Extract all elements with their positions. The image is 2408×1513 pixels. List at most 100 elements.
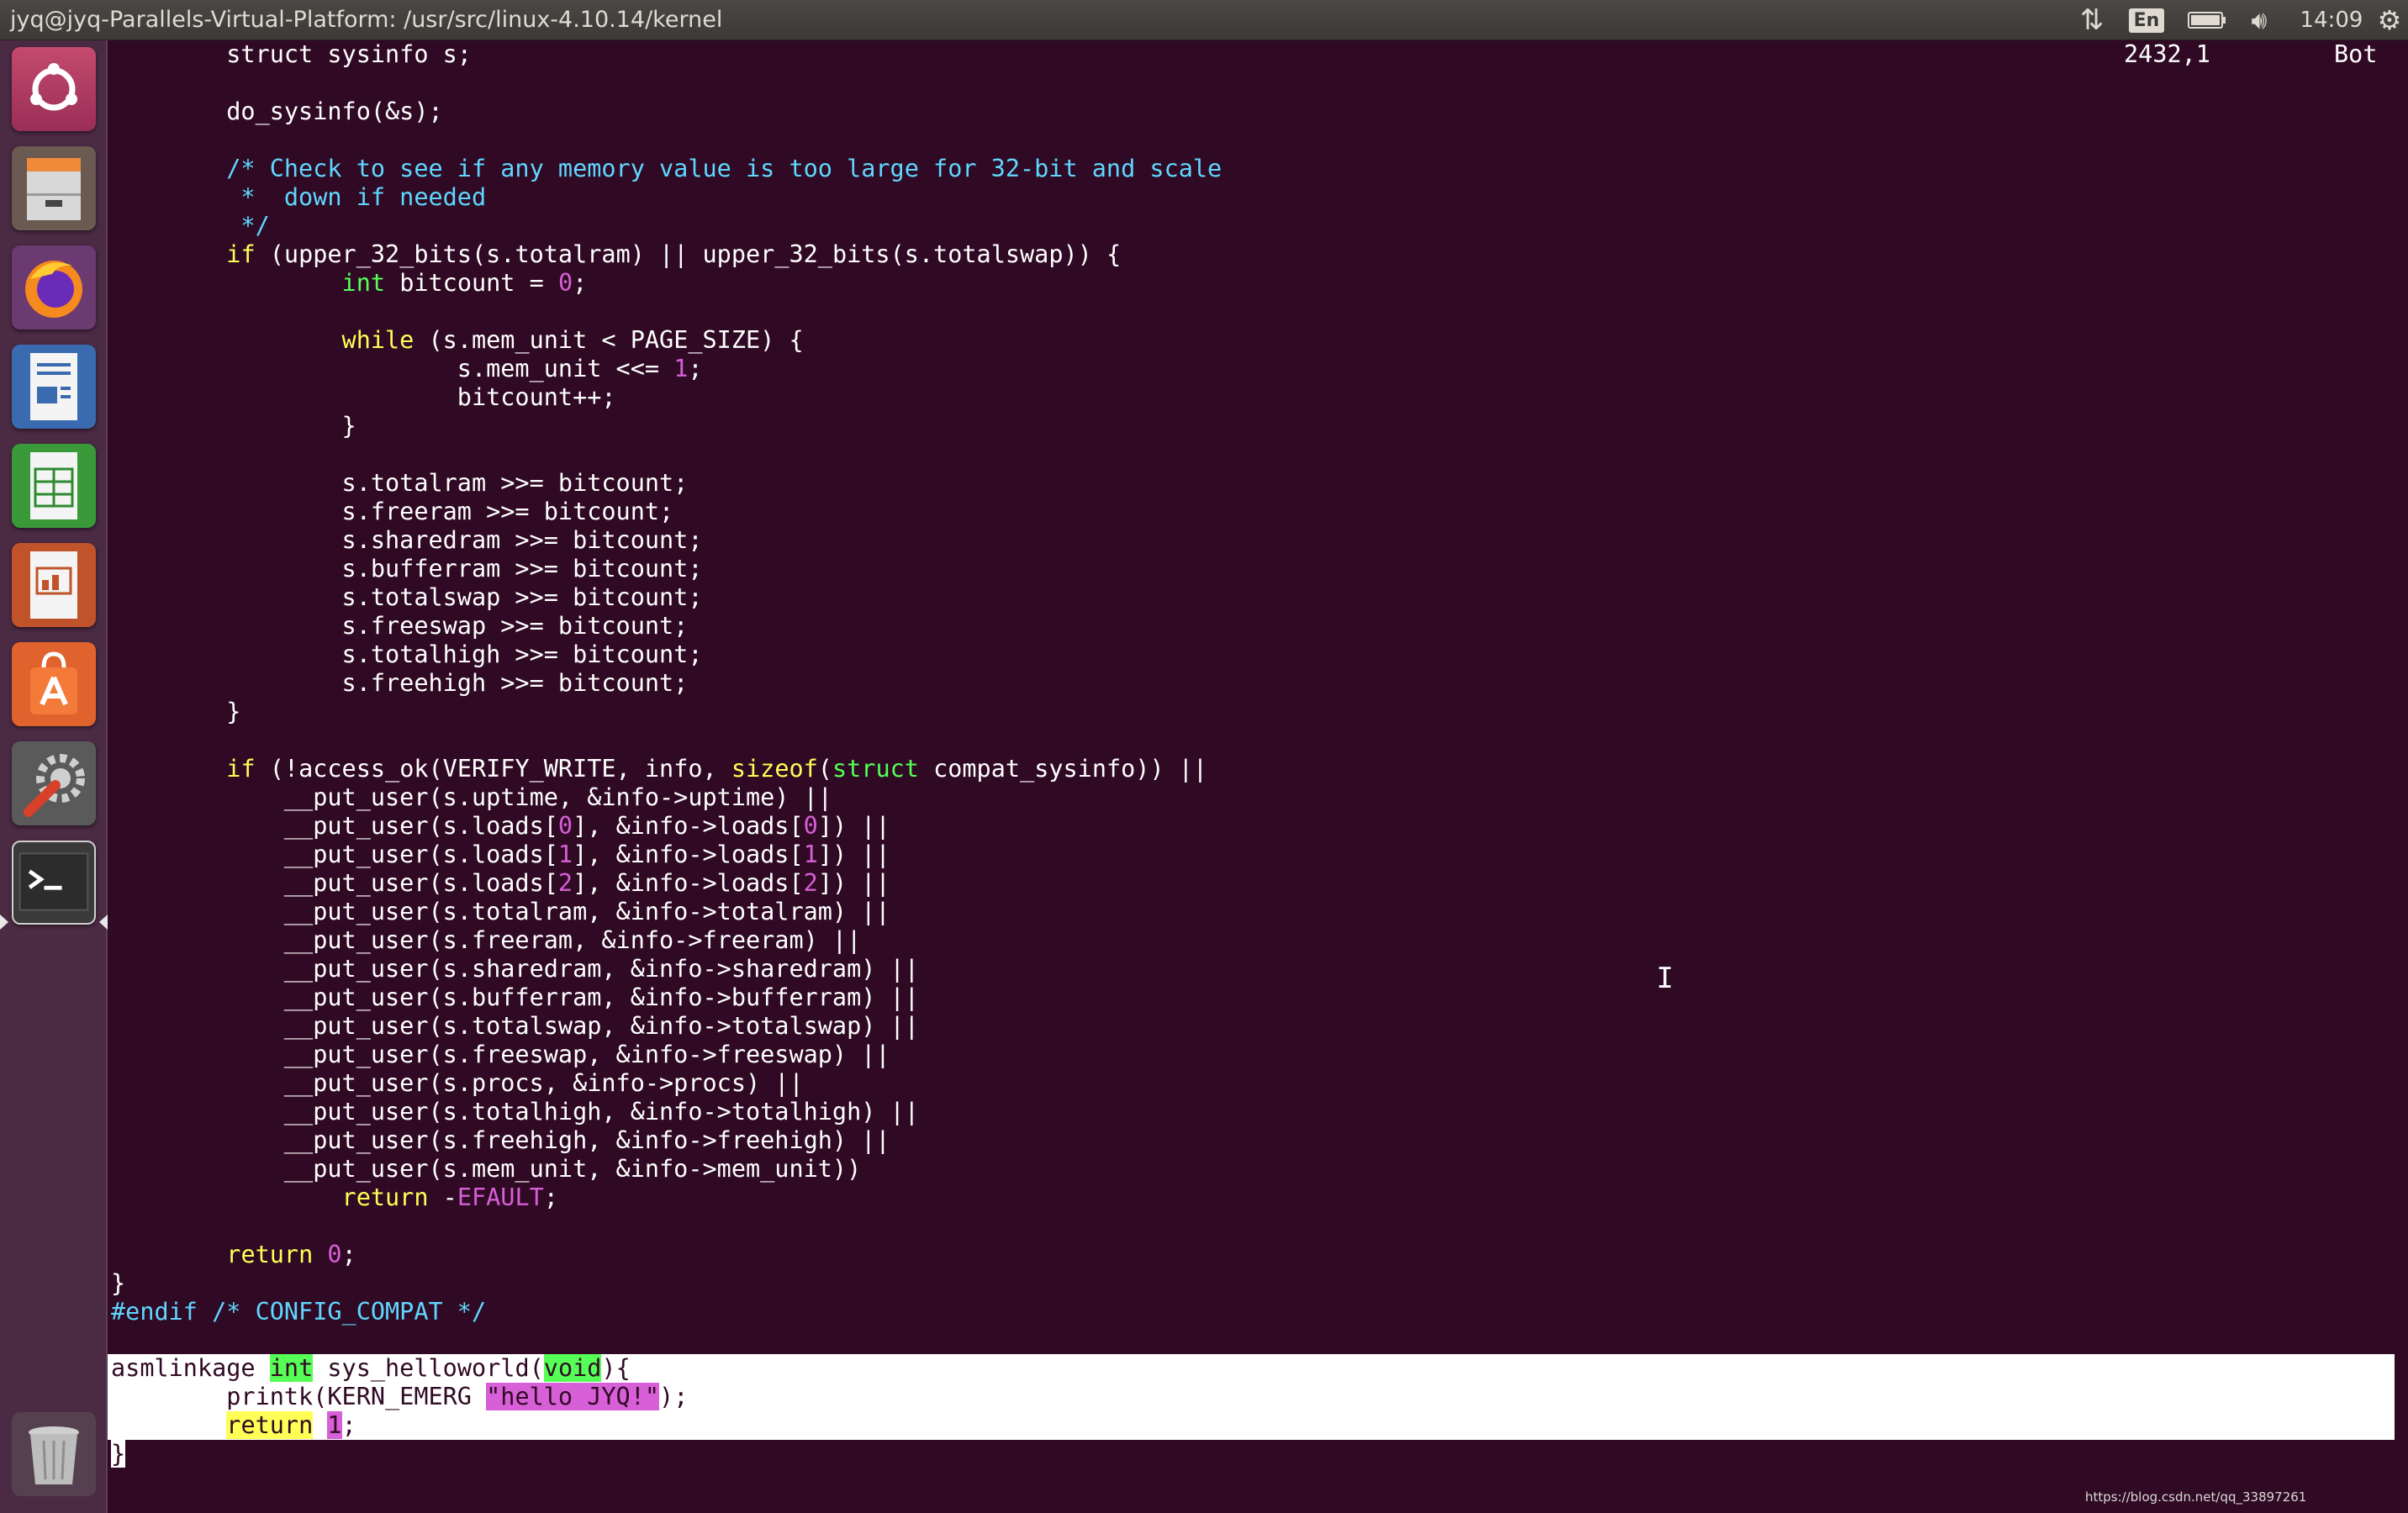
keyboard-language-indicator[interactable]: En: [2128, 0, 2165, 40]
selected-line[interactable]: return 1;: [111, 1411, 688, 1440]
code-token: s.freeram >>= bitcount;: [111, 498, 674, 525]
code-line[interactable]: __put_user(s.bufferram, &info->bufferram…: [111, 983, 1222, 1012]
code-line[interactable]: __put_user(s.freeram, &info->freeram) ||: [111, 926, 1222, 955]
vim-buffer[interactable]: struct sysinfo s; do_sysinfo(&s); /* Che…: [111, 40, 1222, 1355]
code-line[interactable]: __put_user(s.totalhigh, &info->totalhigh…: [111, 1098, 1222, 1126]
code-token: s.freehigh >>= bitcount;: [111, 669, 689, 697]
code-line[interactable]: do_sysinfo(&s);: [111, 98, 1222, 126]
selected-line[interactable]: asmlinkage int sys_helloworld(void){: [111, 1354, 688, 1383]
code-line[interactable]: __put_user(s.freeswap, &info->freeswap) …: [111, 1041, 1222, 1069]
code-token: s.totalram >>= bitcount;: [111, 469, 689, 497]
writer-icon[interactable]: [12, 345, 96, 429]
terminal-window[interactable]: struct sysinfo s; do_sysinfo(&s); /* Che…: [108, 40, 2408, 1513]
code-line[interactable]: return -EFAULT;: [111, 1184, 1222, 1212]
code-line[interactable]: s.bufferram >>= bitcount;: [111, 555, 1222, 583]
code-line[interactable]: [111, 298, 1222, 326]
terminal-icon[interactable]: [12, 841, 96, 925]
code-line[interactable]: [111, 440, 1222, 469]
code-token: bitcount++;: [111, 383, 616, 411]
code-token: __put_user(s.freehigh, &info->freehigh) …: [111, 1126, 890, 1154]
code-line[interactable]: __put_user(s.loads[0], &info->loads[0]) …: [111, 812, 1222, 841]
code-line[interactable]: [111, 1326, 1222, 1355]
code-line[interactable]: s.mem_unit <<= 1;: [111, 355, 1222, 383]
code-line[interactable]: [111, 1212, 1222, 1241]
code-token: ]) ||: [817, 869, 890, 897]
code-line[interactable]: if (upper_32_bits(s.totalram) || upper_3…: [111, 240, 1222, 269]
code-line[interactable]: __put_user(s.mem_unit, &info->mem_unit)): [111, 1155, 1222, 1184]
code-line[interactable]: */: [111, 212, 1222, 240]
cursor-line[interactable]: }: [111, 1440, 126, 1468]
code-line[interactable]: s.totalram >>= bitcount;: [111, 469, 1222, 498]
code-token: s.bufferram >>= bitcount;: [111, 555, 703, 583]
code-line[interactable]: __put_user(s.loads[2], &info->loads[2]) …: [111, 869, 1222, 898]
calc-icon[interactable]: [12, 444, 96, 528]
code-line[interactable]: struct sysinfo s;: [111, 40, 1222, 69]
impress-icon[interactable]: [12, 543, 96, 627]
code-line[interactable]: __put_user(s.procs, &info->procs) ||: [111, 1069, 1222, 1098]
code-token: __put_user(s.procs, &info->procs) ||: [111, 1069, 804, 1097]
code-token: ;: [688, 355, 703, 382]
code-line[interactable]: s.freehigh >>= bitcount;: [111, 669, 1222, 698]
code-token: if: [226, 240, 256, 268]
visual-selection[interactable]: asmlinkage int sys_helloworld(void){ pri…: [108, 1354, 2395, 1440]
code-line[interactable]: return 0;: [111, 1241, 1222, 1269]
code-line[interactable]: /* Check to see if any memory value is t…: [111, 155, 1222, 183]
settings-gear-icon[interactable]: ⚙: [2371, 0, 2408, 40]
code-line[interactable]: [111, 726, 1222, 755]
code-line[interactable]: }: [111, 698, 1222, 726]
code-token: struct: [832, 755, 919, 783]
code-token: 1: [327, 1411, 342, 1439]
code-line[interactable]: __put_user(s.totalswap, &info->totalswap…: [111, 1012, 1222, 1041]
code-line[interactable]: __put_user(s.sharedram, &info->sharedram…: [111, 955, 1222, 983]
code-line[interactable]: [111, 126, 1222, 155]
firefox-icon[interactable]: [12, 245, 96, 329]
code-token: */: [111, 212, 270, 240]
code-line[interactable]: bitcount++;: [111, 383, 1222, 412]
code-line[interactable]: int bitcount = 0;: [111, 269, 1222, 298]
code-token: 1: [803, 841, 818, 868]
code-line[interactable]: if (!access_ok(VERIFY_WRITE, info, sizeo…: [111, 755, 1222, 783]
volume-icon[interactable]: 🔊︎: [2240, 0, 2279, 40]
code-line[interactable]: __put_user(s.freehigh, &info->freehigh) …: [111, 1126, 1222, 1155]
code-line[interactable]: s.totalswap >>= bitcount;: [111, 583, 1222, 612]
code-line[interactable]: }: [111, 412, 1222, 440]
code-token: ]) ||: [817, 841, 890, 868]
code-line[interactable]: #endif /* CONFIG_COMPAT */: [111, 1298, 1222, 1326]
code-line[interactable]: [111, 69, 1222, 98]
code-line[interactable]: s.freeram >>= bitcount;: [111, 498, 1222, 526]
ubuntu-logo-icon[interactable]: [12, 47, 96, 131]
battery-icon[interactable]: [2184, 0, 2230, 40]
code-token: __put_user(s.sharedram, &info->sharedram…: [111, 955, 919, 983]
file-cabinet-icon[interactable]: [12, 146, 96, 230]
code-line[interactable]: * down if needed: [111, 183, 1222, 212]
trash-icon[interactable]: [12, 1412, 96, 1496]
code-token: }: [111, 698, 241, 725]
clock[interactable]: 14:09: [2297, 0, 2366, 40]
code-line[interactable]: __put_user(s.uptime, &info->uptime) ||: [111, 783, 1222, 812]
code-line[interactable]: s.totalhigh >>= bitcount;: [111, 641, 1222, 669]
code-line[interactable]: s.sharedram >>= bitcount;: [111, 526, 1222, 555]
network-updown-icon[interactable]: ⇅: [2075, 0, 2109, 40]
code-line[interactable]: }: [111, 1269, 1222, 1298]
code-token: __put_user(s.totalram, &info->totalram) …: [111, 898, 890, 925]
wrench-gear-icon[interactable]: [12, 741, 96, 825]
code-line[interactable]: s.freeswap >>= bitcount;: [111, 612, 1222, 641]
cursor-line[interactable]: }: [111, 1440, 126, 1468]
shopping-bag-icon[interactable]: [12, 642, 96, 726]
window-title: jyq@jyq-Parallels-Virtual-Platform: /usr…: [10, 7, 723, 33]
code-token: 0: [803, 812, 818, 840]
code-token: (: [817, 755, 832, 783]
code-line[interactable]: __put_user(s.totalram, &info->totalram) …: [111, 898, 1222, 926]
code-line[interactable]: __put_user(s.loads[1], &info->loads[1]) …: [111, 841, 1222, 869]
code-token: sizeof: [731, 755, 818, 783]
code-line[interactable]: while (s.mem_unit < PAGE_SIZE) {: [111, 326, 1222, 355]
code-token: (s.mem_unit < PAGE_SIZE) {: [414, 326, 804, 354]
code-token: #endif /* CONFIG_COMPAT */: [111, 1298, 487, 1326]
selected-line[interactable]: printk(KERN_EMERG "hello JYQ!");: [111, 1383, 688, 1411]
